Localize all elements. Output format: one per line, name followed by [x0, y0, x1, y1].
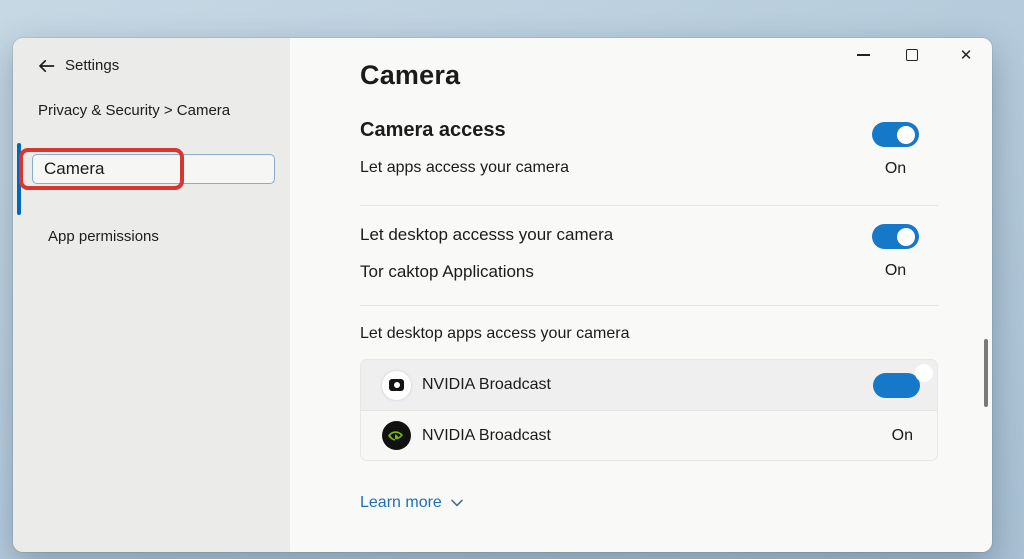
back-button[interactable] [38, 59, 55, 73]
settings-header: Settings [38, 57, 119, 74]
setting-desktop-access-title: Let desktop accesss your camera [360, 225, 614, 244]
app-list-label: Let desktop apps access your camera [360, 325, 630, 342]
nvidia-broadcast-toggle[interactable] [873, 372, 920, 398]
sidebar-item-app-permissions[interactable]: App permissions [48, 228, 159, 245]
camera-app-icon [382, 370, 411, 400]
app-state-label: On [891, 426, 913, 444]
divider [360, 205, 938, 206]
learn-more-label: Learn more [360, 494, 442, 511]
minimize-button[interactable] [843, 42, 883, 68]
learn-more-link[interactable]: Learn more [360, 494, 463, 512]
main-panel: ✕ Camera Camera access Let apps access y… [290, 38, 992, 552]
setting-camera-access-title: Camera access [360, 119, 506, 141]
app-list-card: NVIDIA Broadcast NVIDIA Broadcast On [360, 359, 938, 461]
settings-window: Settings Privacy & Security > Camera App… [13, 38, 992, 552]
nvidia-logo-icon [382, 421, 411, 450]
scrollbar-thumb[interactable] [984, 339, 988, 407]
app-row: NVIDIA Broadcast [361, 360, 937, 411]
app-name: NVIDIA Broadcast [422, 376, 551, 393]
close-button[interactable]: ✕ [946, 42, 986, 68]
app-row: NVIDIA Broadcast On [361, 411, 937, 460]
page-title: Camera [360, 60, 461, 90]
divider [360, 305, 938, 306]
search-box [32, 154, 275, 184]
camera-access-toggle[interactable] [872, 122, 919, 147]
setting-desktop-access-description: Tor caktop Applications [360, 262, 534, 281]
maximize-icon [906, 49, 918, 61]
chevron-down-icon [451, 499, 463, 507]
setting-camera-access-description: Let apps access your camera [360, 159, 569, 176]
nav-accent-bar [17, 143, 21, 215]
sidebar: Settings Privacy & Security > Camera App… [13, 38, 290, 552]
search-input[interactable] [33, 155, 274, 183]
breadcrumb[interactable]: Privacy & Security > Camera [38, 102, 230, 119]
desktop: { "colors": { "accent": "#1678c9", "acce… [0, 0, 1024, 559]
camera-access-state: On [884, 160, 907, 177]
close-icon: ✕ [959, 46, 973, 64]
maximize-button[interactable] [892, 42, 932, 68]
back-arrow-icon [39, 59, 55, 72]
minimize-icon [856, 54, 870, 56]
desktop-access-state: On [884, 262, 907, 279]
desktop-access-toggle[interactable] [872, 224, 919, 249]
app-name: NVIDIA Broadcast [422, 426, 551, 444]
app-title: Settings [65, 57, 120, 74]
